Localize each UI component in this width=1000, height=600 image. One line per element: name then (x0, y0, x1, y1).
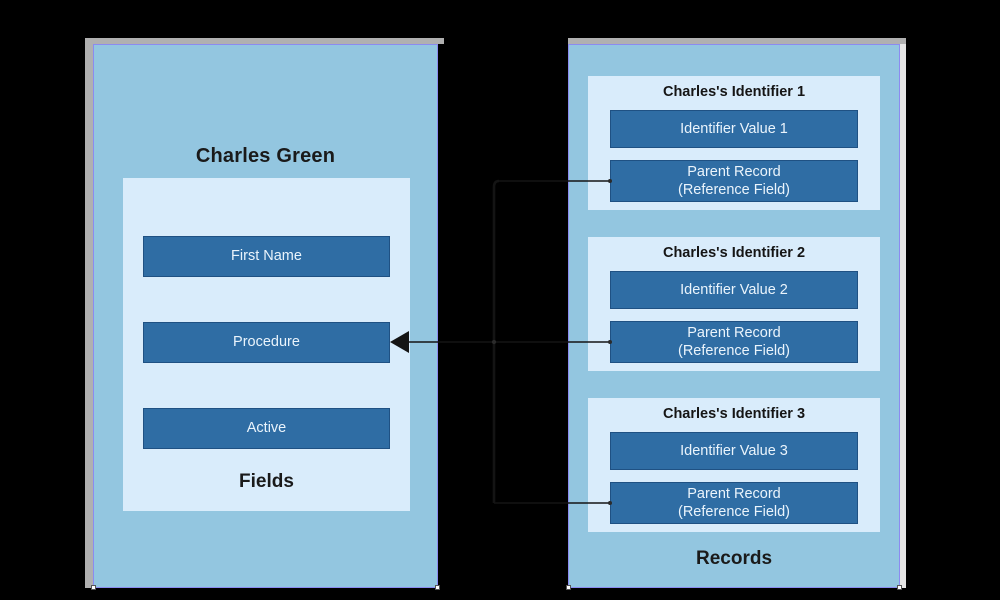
field-chip-active[interactable]: Active (143, 408, 390, 449)
record-parent-reference-chip[interactable]: Parent Record (Reference Field) (610, 321, 858, 363)
field-chip-procedure[interactable]: Procedure (143, 322, 390, 363)
field-chip-first-name[interactable]: First Name (143, 236, 390, 277)
record-identifier-value-chip[interactable]: Identifier Value 3 (610, 432, 858, 470)
connector-junction-dot (491, 339, 497, 345)
records-group-label: Records (695, 548, 773, 569)
left-panel-title: Charles Green (195, 145, 336, 167)
record-identifier-value-chip[interactable]: Identifier Value 1 (610, 110, 858, 148)
connector-trunk-line (492, 179, 500, 503)
record-card-title: Charles's Identifier 3 (662, 406, 806, 422)
record-parent-reference-chip[interactable]: Parent Record (Reference Field) (610, 160, 858, 202)
record-identifier-value-chip[interactable]: Identifier Value 2 (610, 271, 858, 309)
record-parent-reference-chip[interactable]: Parent Record (Reference Field) (610, 482, 858, 524)
diagram-canvas: Charles Green Fields First Name Procedur… (0, 0, 1000, 600)
record-card-title: Charles's Identifier 1 (662, 84, 806, 100)
fields-group-label: Fields (239, 471, 294, 492)
record-card-title: Charles's Identifier 2 (662, 245, 806, 261)
